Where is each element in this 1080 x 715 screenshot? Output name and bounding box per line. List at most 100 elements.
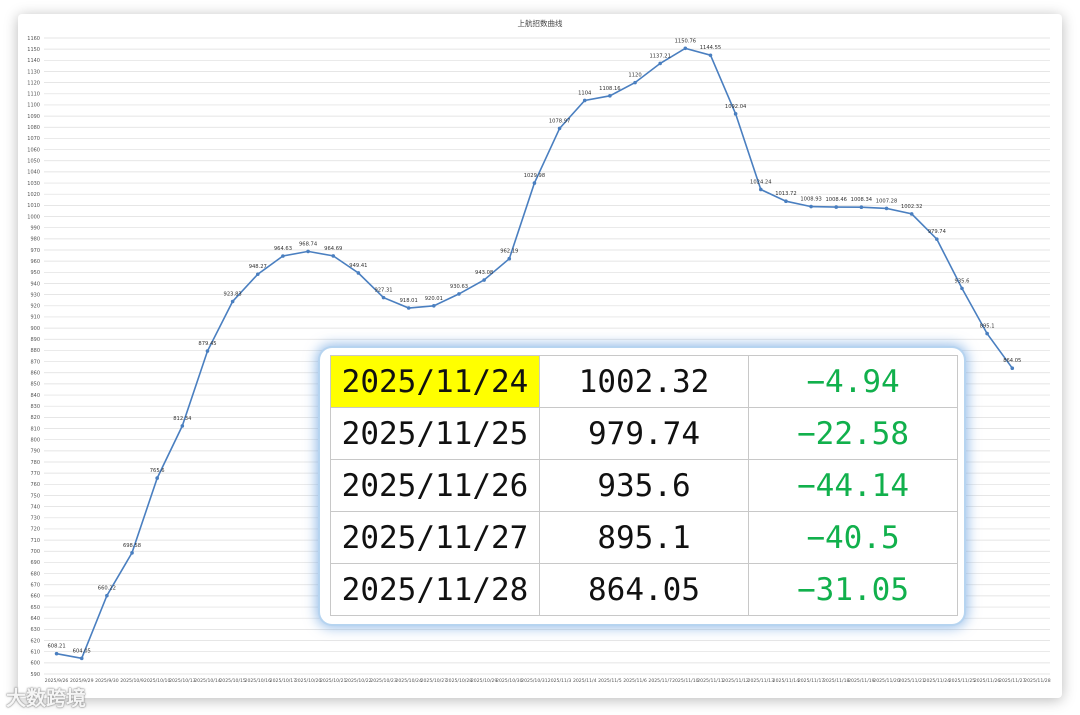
x-tick-label: 2025/10/9: [120, 678, 144, 684]
x-tick-label: 2025/11/14: [773, 678, 800, 684]
x-tick-label: 2025/11/19: [848, 678, 875, 684]
y-tick-label: 810: [30, 426, 40, 432]
data-point: [255, 272, 260, 277]
x-tick-label: 2025/11/27: [999, 678, 1026, 684]
x-tick-label: 2025/11/21: [898, 678, 925, 684]
y-tick-label: 1060: [27, 147, 40, 153]
data-label: 948.27: [249, 264, 267, 270]
data-point: [406, 306, 411, 310]
data-label: 962.19: [500, 249, 518, 255]
table-cell-change: −40.5: [748, 511, 958, 564]
y-tick-label: 900: [30, 326, 40, 332]
x-tick-label: 2025/11/10: [672, 678, 699, 684]
y-tick-label: 1130: [27, 69, 40, 75]
x-tick-label: 2025/11/17: [798, 678, 825, 684]
y-tick-label: 1050: [27, 159, 40, 165]
y-tick-label: 920: [30, 304, 40, 310]
y-tick-label: 950: [30, 270, 40, 276]
y-tick-label: 1140: [27, 58, 40, 64]
y-tick-label: 1080: [27, 125, 40, 131]
x-tick-label: 2025/10/16: [245, 678, 272, 684]
table-row: 2025/11/26 935.6 −44.14: [330, 459, 958, 512]
y-tick-label: 1160: [27, 36, 40, 42]
data-label: 923.83: [224, 292, 242, 298]
data-label: 979.74: [928, 229, 947, 235]
y-tick-label: 1010: [27, 203, 40, 209]
data-label: 660.22: [98, 586, 116, 592]
table-cell-value: 895.1: [539, 511, 749, 564]
x-tick-label: 2025/11/13: [748, 678, 775, 684]
x-tick-label: 2025/11/11: [697, 678, 724, 684]
x-tick-label: 2025/11/20: [873, 678, 900, 684]
table-cell-value: 935.6: [539, 459, 749, 512]
x-tick-label: 2025/10/29: [471, 678, 498, 684]
table-cell-change: −4.94: [748, 355, 958, 408]
data-label: 1108.16: [599, 86, 620, 92]
data-point: [834, 205, 839, 209]
data-label: 1013.72: [775, 191, 796, 197]
y-tick-label: 1120: [27, 80, 40, 86]
data-label: 1092.04: [725, 104, 747, 110]
data-point: [935, 237, 939, 241]
data-point: [54, 651, 59, 656]
y-tick-label: 1030: [27, 181, 40, 187]
data-point: [784, 199, 788, 204]
data-label: 1150.76: [675, 38, 696, 44]
x-tick-label: 2025/10/27: [421, 678, 448, 684]
y-tick-label: 740: [30, 504, 40, 510]
data-label: 1002.32: [901, 204, 922, 210]
table-cell-change: −44.14: [748, 459, 958, 512]
data-label: 608.21: [47, 644, 65, 650]
y-tick-label: 790: [30, 449, 40, 455]
data-point: [960, 286, 964, 291]
y-tick-label: 620: [30, 638, 40, 644]
y-tick-label: 1070: [27, 136, 40, 142]
data-label: 879.45: [198, 341, 216, 347]
table-cell-change: −31.05: [748, 563, 958, 616]
y-tick-label: 890: [30, 337, 40, 343]
data-label: 927.31: [374, 288, 392, 294]
y-tick-label: 650: [30, 605, 40, 611]
data-point: [205, 349, 210, 353]
y-tick-label: 910: [30, 315, 40, 321]
x-tick-label: 2025/10/17: [270, 678, 297, 684]
data-label: 1104: [578, 90, 592, 96]
data-label: 1008.46: [825, 197, 846, 203]
x-tick-label: 2025/10/14: [194, 678, 221, 684]
data-point: [683, 46, 688, 51]
table-row: 2025/11/28 864.05 −31.05: [330, 563, 958, 616]
y-tick-label: 1020: [27, 192, 40, 198]
y-tick-label: 1090: [27, 114, 40, 120]
y-tick-label: 710: [30, 538, 40, 544]
data-point: [733, 112, 738, 116]
y-tick-label: 1040: [27, 170, 40, 176]
data-label: 968.74: [299, 241, 318, 247]
y-tick-label: 730: [30, 516, 40, 522]
data-point: [582, 98, 587, 103]
x-tick-label: 2025/10/21: [320, 678, 347, 684]
y-tick-label: 930: [30, 292, 40, 298]
x-tick-label: 2025/9/30: [95, 678, 119, 684]
table-cell-date: 2025/11/24: [330, 355, 540, 408]
data-label: 698.58: [123, 543, 141, 549]
data-point: [230, 299, 235, 304]
data-label: 604.05: [73, 648, 91, 654]
y-tick-label: 870: [30, 359, 40, 365]
chart-card: 590 600 610 620 630 640 650 660 670 680 690 700 710 7…: [18, 14, 1062, 698]
data-point: [356, 271, 361, 275]
data-table: 2025/11/24 1002.32 −4.94 2025/11/25 979.74 −2…: [330, 355, 958, 616]
data-point: [79, 656, 84, 661]
x-tick-label: 2025/11/5: [598, 678, 622, 684]
x-tick-label: 2025/11/12: [722, 678, 749, 684]
data-point: [557, 126, 562, 131]
y-tick-label: 940: [30, 281, 40, 287]
y-tick-label: 700: [30, 549, 40, 555]
data-label: 964.63: [274, 246, 292, 252]
data-label: 1008.34: [851, 197, 873, 203]
data-label: 1007.28: [876, 198, 897, 204]
data-label: 1144.55: [700, 45, 721, 51]
x-tick-label: 2025/10/20: [295, 678, 322, 684]
table-cell-date: 2025/11/25: [330, 407, 540, 460]
data-label: 864.05: [1003, 358, 1021, 364]
data-label: 1029.98: [524, 173, 545, 179]
